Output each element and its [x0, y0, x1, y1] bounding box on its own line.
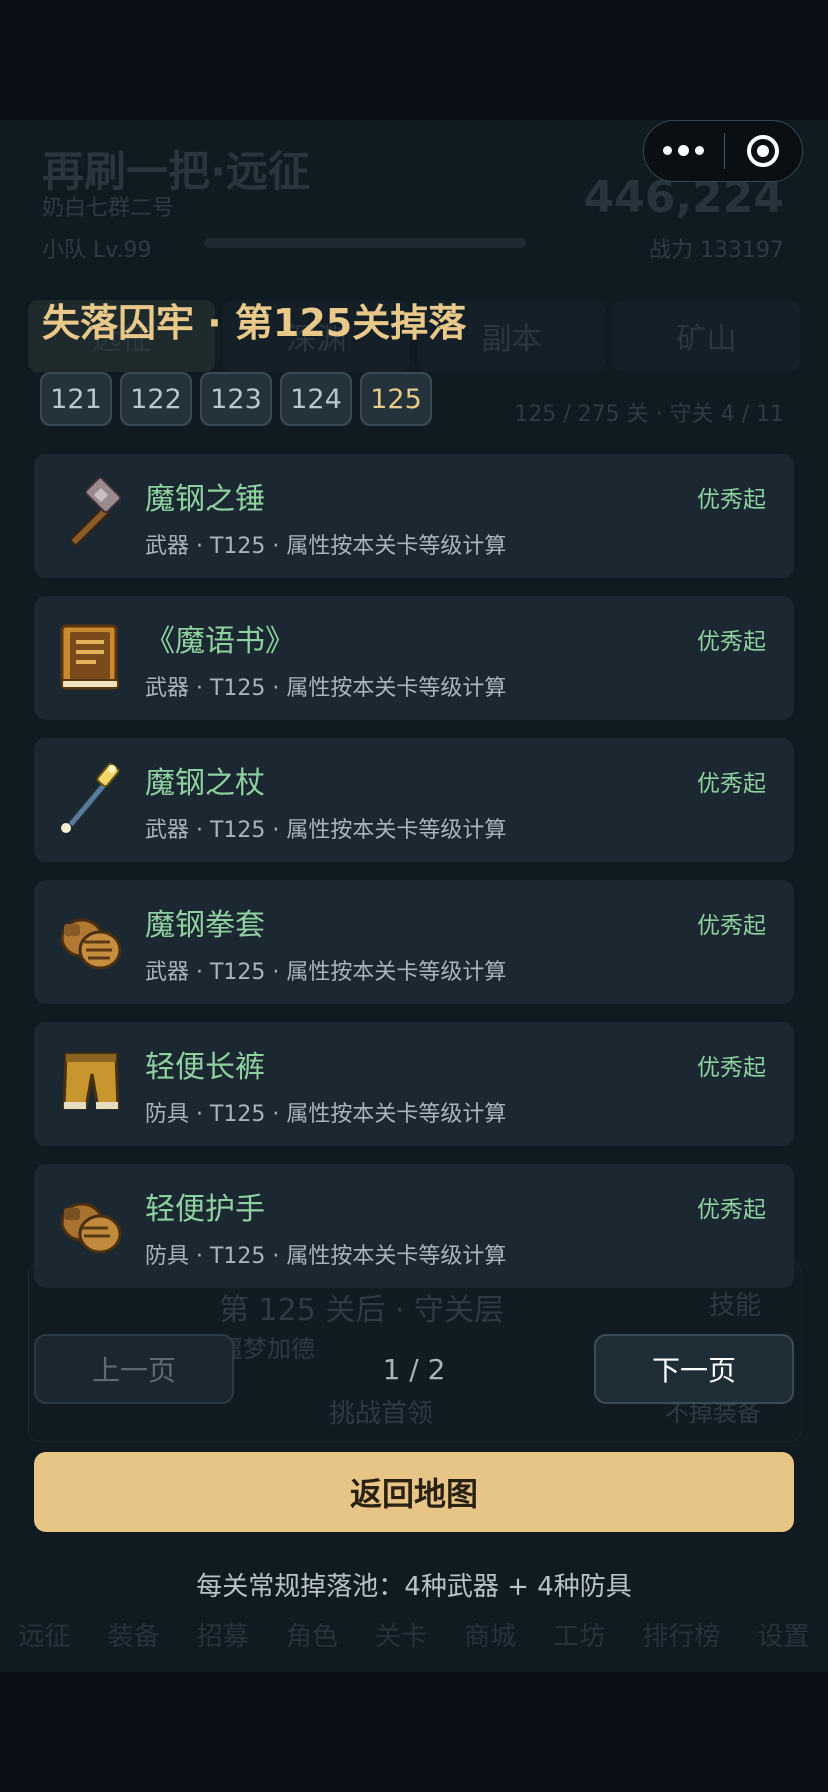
- bottom-area: [0, 1672, 828, 1792]
- drop-item-card[interactable]: 轻便护手 防具 · T125 · 属性按本关卡等级计算 优秀起: [34, 1164, 794, 1288]
- item-name: 魔钢之杖: [145, 766, 265, 801]
- item-name: 魔钢拳套: [145, 908, 265, 943]
- tab-mine: 矿山: [613, 300, 800, 372]
- item-name: 《魔语书》: [145, 624, 295, 659]
- team-level: 小队 Lv.99: [42, 238, 152, 263]
- item-name: 轻便长裤: [145, 1050, 265, 1085]
- drop-item-card[interactable]: 魔钢之锤 武器 · T125 · 属性按本关卡等级计算 优秀起: [34, 454, 794, 578]
- item-meta: 防具 · T125 · 属性按本关卡等级计算: [145, 1244, 507, 1269]
- more-menu-button[interactable]: [644, 145, 724, 156]
- item-grade: 优秀起: [697, 629, 766, 655]
- item-meta: 武器 · T125 · 属性按本关卡等级计算: [145, 960, 507, 985]
- nav-recruit: 招募: [196, 1621, 249, 1652]
- nav-stage: 关卡: [374, 1621, 427, 1652]
- item-meta: 武器 · T125 · 属性按本关卡等级计算: [145, 676, 507, 701]
- book-icon: [60, 624, 119, 690]
- pagination: 上一页 1 / 2 下一页: [34, 1334, 794, 1404]
- page-indicator: 1 / 2: [382, 1352, 446, 1386]
- item-grade: 优秀起: [697, 913, 766, 939]
- drop-list: 魔钢之锤 武器 · T125 · 属性按本关卡等级计算 优秀起 《魔语书》 武器…: [34, 454, 794, 1306]
- nav-workshop: 工坊: [553, 1621, 606, 1652]
- item-grade: 优秀起: [697, 487, 766, 513]
- gloves-icon: [60, 1202, 122, 1254]
- drop-item-card[interactable]: 魔钢拳套 武器 · T125 · 属性按本关卡等级计算 优秀起: [34, 880, 794, 1004]
- item-grade: 优秀起: [697, 1197, 766, 1223]
- nav-shop: 商城: [464, 1621, 517, 1652]
- stage-chip-123[interactable]: 123: [200, 372, 272, 426]
- stage-chip-124[interactable]: 124: [280, 372, 352, 426]
- item-grade: 优秀起: [697, 1055, 766, 1081]
- more-dot: [678, 145, 690, 156]
- nav-equipment: 装备: [107, 1621, 160, 1652]
- next-page-button[interactable]: 下一页: [594, 1334, 794, 1404]
- gauntlet-icon: [60, 918, 122, 970]
- nav-character: 角色: [285, 1621, 338, 1652]
- bottom-nav: 远征 装备 招募 角色 关卡 商城 工坊 排行榜 设置: [0, 1610, 828, 1658]
- target-close-icon: [747, 135, 780, 167]
- more-dots-icon: [663, 146, 673, 155]
- nav-settings: 设置: [757, 1621, 810, 1652]
- item-name: 轻便护手: [145, 1192, 265, 1227]
- staff-icon: [61, 762, 120, 833]
- pants-icon: [62, 1052, 120, 1110]
- drop-item-card[interactable]: 轻便长裤 防具 · T125 · 属性按本关卡等级计算 优秀起: [34, 1022, 794, 1146]
- power-label: 战力 133197: [649, 238, 784, 263]
- item-meta: 武器 · T125 · 属性按本关卡等级计算: [145, 534, 507, 559]
- return-map-button[interactable]: 返回地图: [34, 1452, 794, 1532]
- close-miniprogram-button[interactable]: [725, 135, 803, 167]
- team-name: 奶白七群二号: [42, 196, 175, 221]
- item-name: 魔钢之锤: [145, 482, 265, 517]
- drop-item-card[interactable]: 《魔语书》 武器 · T125 · 属性按本关卡等级计算 优秀起: [34, 596, 794, 720]
- status-area: [0, 0, 828, 120]
- stage-chip-121[interactable]: 121: [40, 372, 112, 426]
- stage-progress: 125 / 275 关 · 守关 4 / 11: [514, 402, 784, 427]
- nav-leaderboard: 排行榜: [642, 1621, 721, 1652]
- stage-chips: 121 122 123 124 125: [40, 372, 432, 426]
- stage-chip-125[interactable]: 125: [360, 372, 432, 426]
- item-meta: 防具 · T125 · 属性按本关卡等级计算: [145, 1102, 507, 1127]
- drop-pool-note: 每关常规掉落池：4种武器 + 4种防具: [196, 1572, 632, 1602]
- nav-expedition: 远征: [18, 1621, 71, 1652]
- item-meta: 武器 · T125 · 属性按本关卡等级计算: [145, 818, 507, 843]
- more-dot: [695, 146, 705, 155]
- hammer-icon: [70, 476, 122, 546]
- drop-item-card[interactable]: 魔钢之杖 武器 · T125 · 属性按本关卡等级计算 优秀起: [34, 738, 794, 862]
- modal-title: 失落囚牢 · 第125关掉落: [42, 301, 467, 345]
- miniprogram-capsule: [643, 120, 803, 182]
- exp-bar: [204, 238, 526, 248]
- item-grade: 优秀起: [697, 771, 766, 797]
- stage-chip-122[interactable]: 122: [120, 372, 192, 426]
- prev-page-button[interactable]: 上一页: [34, 1334, 234, 1404]
